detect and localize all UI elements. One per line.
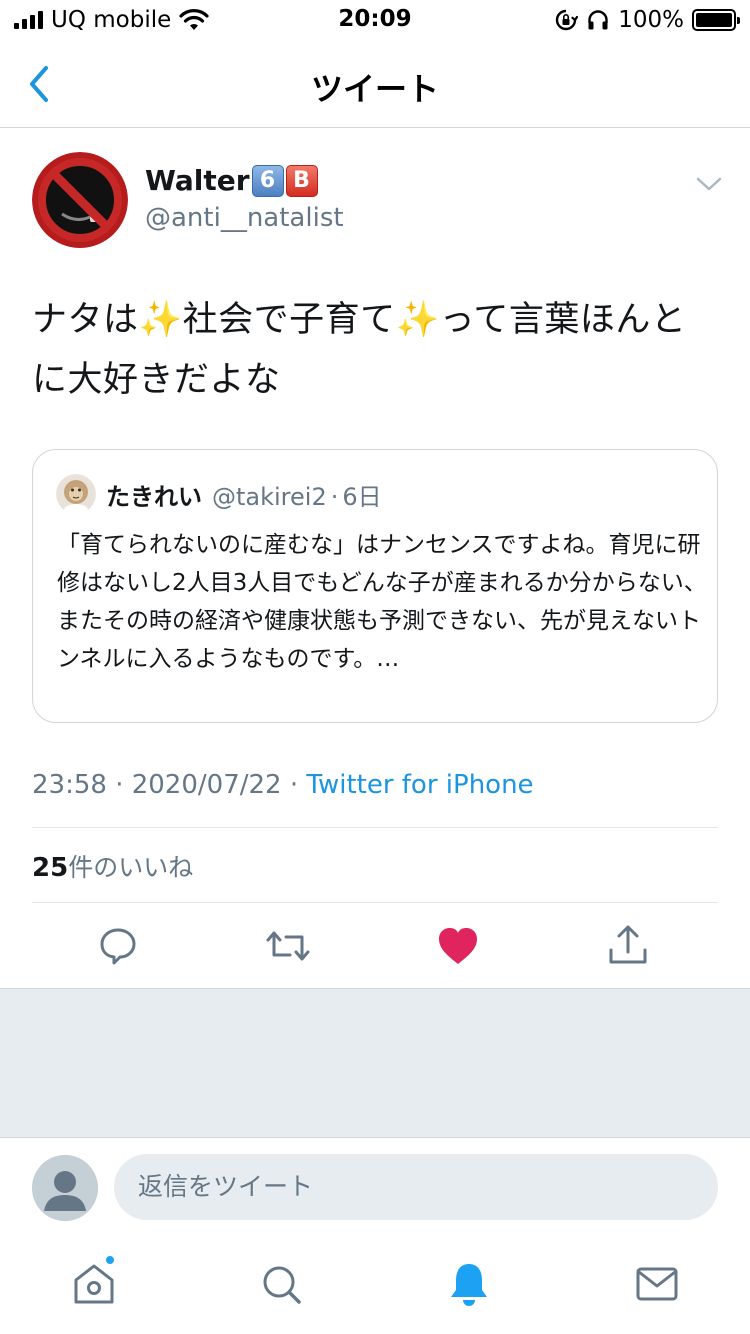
mail-icon [636,1267,678,1301]
share-button[interactable] [604,922,652,970]
empty-replies-area [0,988,750,1138]
likes-count[interactable]: 25件のいいね [32,848,193,884]
tab-messages[interactable] [633,1258,681,1310]
author-name-text: Walter [145,164,250,197]
retweet-icon [266,931,310,961]
tweet-text: ナタは✨社会で子育て✨って言葉ほんとに大好きだよな [32,300,687,400]
nav-bar: ツイート [0,40,750,128]
b-button-emoji: B [285,164,318,197]
share-icon [609,925,647,964]
quoted-author-name: たきれい [106,483,202,511]
page-title: ツイート [310,70,439,108]
reply-button[interactable] [94,922,142,970]
comment-icon [100,928,136,965]
quoted-author-handle: @takirei2 [212,483,327,511]
quoted-tweet[interactable]: たきれい @takirei2 · 6日 「育てられないのに産むな」はナンセンスで… [32,449,718,723]
battery-icon [692,9,740,31]
tab-search[interactable] [257,1258,305,1310]
retweet-button[interactable] [264,922,312,970]
battery-fill [696,13,732,27]
quoted-time: 6日 [342,483,382,511]
notification-dot [104,1254,116,1266]
current-user-avatar[interactable] [32,1155,98,1221]
tweet-timestamp: 23:58 · 2020/07/22 · [32,770,307,800]
status-bar: UQ mobile 20:09 100% [0,0,750,40]
author-name[interactable]: Walter 6 B [145,164,318,197]
tweet-source-link[interactable]: Twitter for iPhone [306,770,533,800]
heart-icon [439,928,477,964]
tab-notifications[interactable] [445,1258,493,1310]
no-sign-avatar-image [32,152,128,248]
headphones-icon [588,10,608,30]
like-count-number: 25 [32,853,69,883]
quoted-separator: · [330,483,339,511]
monkey-avatar-image [56,474,96,514]
author-avatar[interactable] [32,152,128,248]
author-handle[interactable]: @anti__natalist [145,203,344,233]
quoted-text: 「育てられないのに産むな」はナンセンスですよね。育児に研修はないし2人目3人目で… [57,532,707,672]
quoted-author-avatar [56,474,96,514]
reply-input[interactable]: 返信をツイート [114,1154,718,1220]
bell-icon [451,1264,487,1306]
tweet-timestamp-row: 23:58 · 2020/07/22 · Twitter for iPhone [32,770,534,800]
like-button[interactable] [434,922,482,970]
search-icon [263,1266,301,1304]
divider [32,827,718,828]
tweet-menu-button[interactable] [696,174,722,194]
quoted-header: たきれい @takirei2 · 6日 [106,477,382,512]
like-count-label: 件のいいね [68,853,194,882]
battery-percent: 100% [618,7,684,33]
default-avatar-icon [32,1155,98,1221]
chevron-down-icon [696,177,722,191]
orientation-lock-icon [556,9,579,31]
divider [32,902,718,903]
keycap-six-emoji: 6 [251,164,284,197]
